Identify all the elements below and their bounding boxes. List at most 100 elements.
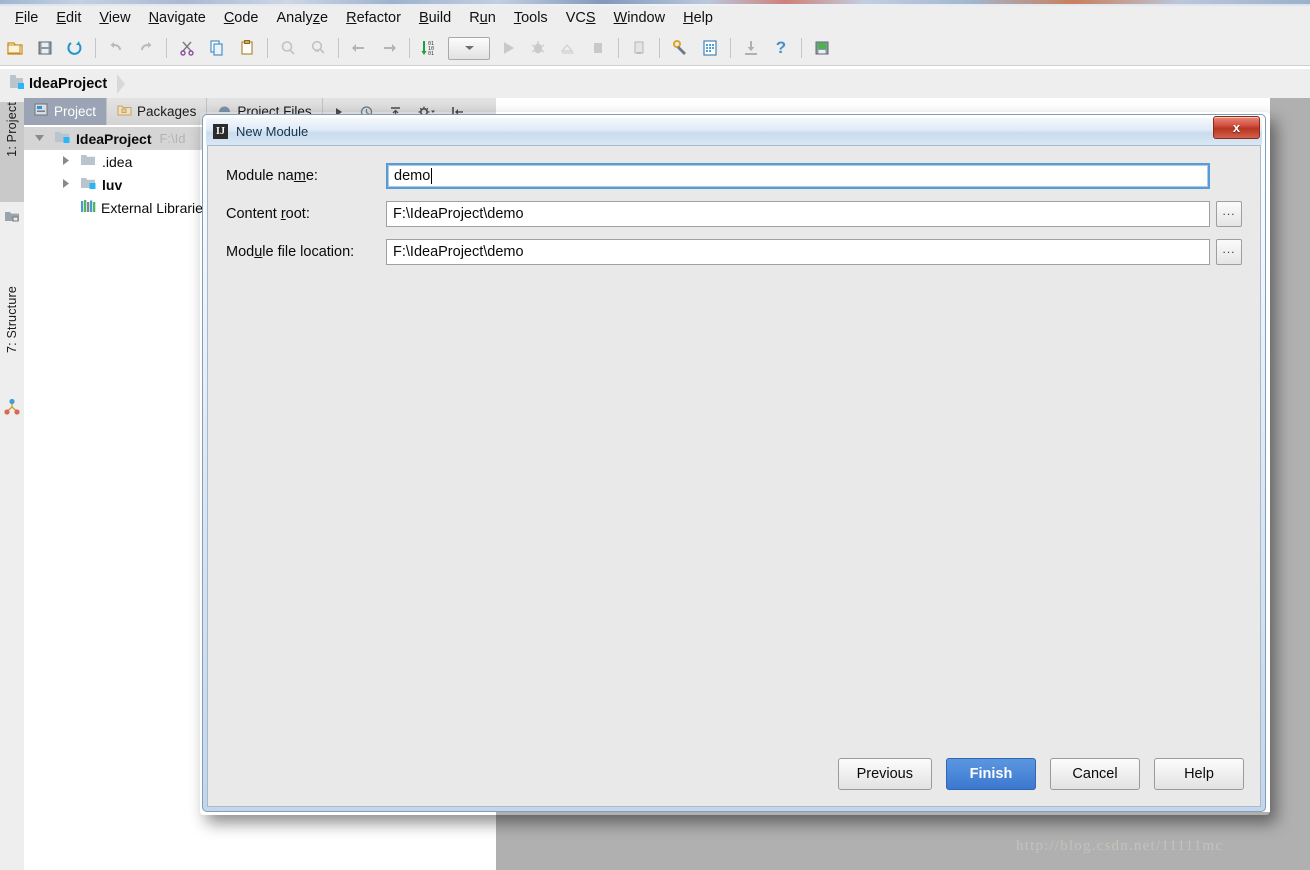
module-folder-icon (54, 130, 71, 147)
form-row-content-root: Content root: F:\IdeaProject\demo... (226, 200, 1242, 228)
menu-item-navigate[interactable]: Navigate (140, 8, 215, 29)
menu-item-view[interactable]: View (90, 8, 139, 29)
paste-icon[interactable] (234, 35, 260, 61)
back-icon[interactable] (346, 35, 372, 61)
cancel-button[interactable]: Cancel (1050, 758, 1140, 790)
menu-item-build[interactable]: Build (410, 8, 460, 29)
coverage-icon[interactable] (555, 35, 581, 61)
toolbar-separator (166, 38, 167, 58)
tab-packages-label: Packages (137, 104, 197, 119)
folder-icon (80, 153, 97, 170)
new-module-dialog: IJ New Module x Module name: demo Content … (202, 114, 1266, 812)
sidebar-item-structure[interactable]: 7: Structure (0, 286, 24, 396)
dialog-title: New Module (236, 124, 309, 139)
menu-item-refactor[interactable]: Refactor (337, 8, 410, 29)
content-root-value: F:\IdeaProject\demo (393, 206, 524, 222)
breadcrumb-project-label: IdeaProject (29, 75, 108, 92)
previous-button[interactable]: Previous (837, 758, 932, 790)
help-icon[interactable]: ? (768, 35, 794, 61)
content-root-input[interactable]: F:\IdeaProject\demo (386, 201, 1210, 227)
menu-item-edit[interactable]: Edit (47, 8, 90, 29)
menu-item-help[interactable]: Help (674, 8, 722, 29)
finish-button[interactable]: Finish (946, 758, 1036, 790)
dialog-title-bar[interactable]: IJ New Module x (206, 116, 1262, 145)
module-name-input[interactable]: demo (386, 163, 1210, 189)
toolbar-separator (618, 38, 619, 58)
menu-item-tools[interactable]: Tools (505, 8, 557, 29)
chevron-down-icon[interactable] (32, 132, 46, 145)
settings-icon[interactable] (667, 35, 693, 61)
toolbar-separator (338, 38, 339, 58)
svg-text:01: 01 (428, 51, 434, 57)
menu-item-vcs[interactable]: VCS (557, 8, 605, 29)
commit-icon[interactable] (809, 35, 835, 61)
module-name-value: demo (394, 168, 431, 184)
menu-item-file[interactable]: File (6, 8, 47, 29)
dialog-body: Module name: demo Content root: F:\IdeaProj… (207, 145, 1261, 807)
project-folder-icon (10, 75, 24, 92)
content-root-browse-button[interactable]: ... (1216, 201, 1242, 227)
desktop-background-right (1270, 98, 1310, 870)
libraries-icon (80, 199, 96, 216)
chevron-right-icon[interactable] (58, 155, 72, 168)
find-icon[interactable] (275, 35, 301, 61)
chevron-right-icon[interactable] (58, 178, 72, 191)
compile-icon[interactable] (626, 35, 652, 61)
forward-icon[interactable] (376, 35, 402, 61)
cut-icon[interactable] (174, 35, 200, 61)
dialog-button-row: Previous Finish Cancel Help (837, 758, 1244, 790)
project-structure-icon[interactable] (697, 35, 723, 61)
close-icon[interactable]: x (1213, 116, 1260, 139)
debug-icon[interactable] (525, 35, 551, 61)
stop-icon[interactable] (585, 35, 611, 61)
screen: File Edit View Navigate Code Analyze Refactor B… (0, 0, 1310, 870)
undo-icon[interactable] (103, 35, 129, 61)
menu-bar: File Edit View Navigate Code Analyze Refactor B… (0, 6, 1310, 31)
toolbar-separator (95, 38, 96, 58)
breadcrumb-separator-icon (117, 73, 126, 94)
form-row-module-name: Module name: demo (226, 162, 1242, 190)
breadcrumb[interactable]: IdeaProject (0, 75, 107, 92)
module-file-location-value: F:\IdeaProject\demo (393, 244, 524, 260)
label-module-name: Module name: (226, 168, 318, 184)
tree-node-label: luv (102, 176, 123, 193)
tab-project[interactable]: Project (24, 98, 108, 125)
synchronize-icon[interactable] (62, 35, 88, 61)
tree-node-path: F:\Id (159, 131, 186, 146)
open-folder-icon[interactable] (2, 35, 28, 61)
project-tab-icon (34, 103, 49, 120)
tree-node-label: IdeaProject (76, 130, 152, 147)
menu-item-window[interactable]: Window (605, 8, 675, 29)
run-icon[interactable] (495, 35, 521, 61)
tree-node-label: External Libraries (101, 199, 210, 216)
watermark-text: http://blog.csdn.net/11111mc (1016, 838, 1224, 854)
help-button[interactable]: Help (1154, 758, 1244, 790)
intellij-idea-icon: IJ (213, 124, 228, 139)
structure-tool-icon (3, 398, 21, 421)
menu-item-analyze[interactable]: Analyze (268, 8, 338, 29)
text-caret (431, 168, 433, 184)
toolbar-separator (659, 38, 660, 58)
replace-icon[interactable] (305, 35, 331, 61)
label-module-file-location: Module file location: (226, 244, 355, 260)
main-toolbar: 01 10 01 ? (0, 31, 1310, 66)
menu-item-run[interactable]: Run (460, 8, 505, 29)
menu-item-code[interactable]: Code (215, 8, 268, 29)
toolbar-separator (267, 38, 268, 58)
update-project-icon[interactable] (738, 35, 764, 61)
module-file-location-browse-button[interactable]: ... (1216, 239, 1242, 265)
copy-icon[interactable] (204, 35, 230, 61)
sidebar-item-structure-label: 7: Structure (5, 286, 19, 354)
module-file-location-input[interactable]: F:\IdeaProject\demo (386, 239, 1210, 265)
left-tool-strip: 1: Project 7: Structure Web es (0, 98, 25, 870)
run-configurations-dropdown[interactable] (448, 36, 490, 60)
sidebar-item-project[interactable]: 1: Project (0, 102, 24, 202)
tab-packages[interactable]: Packages (107, 98, 208, 125)
module-folder-icon (80, 176, 97, 193)
sidebar-item-project-label: 1: Project (5, 102, 19, 157)
save-all-icon[interactable] (32, 35, 58, 61)
tree-node-label: .idea (102, 153, 133, 170)
redo-icon[interactable] (133, 35, 159, 61)
sort-lines-icon[interactable]: 01 10 01 (417, 35, 443, 61)
toolbar-separator (730, 38, 731, 58)
